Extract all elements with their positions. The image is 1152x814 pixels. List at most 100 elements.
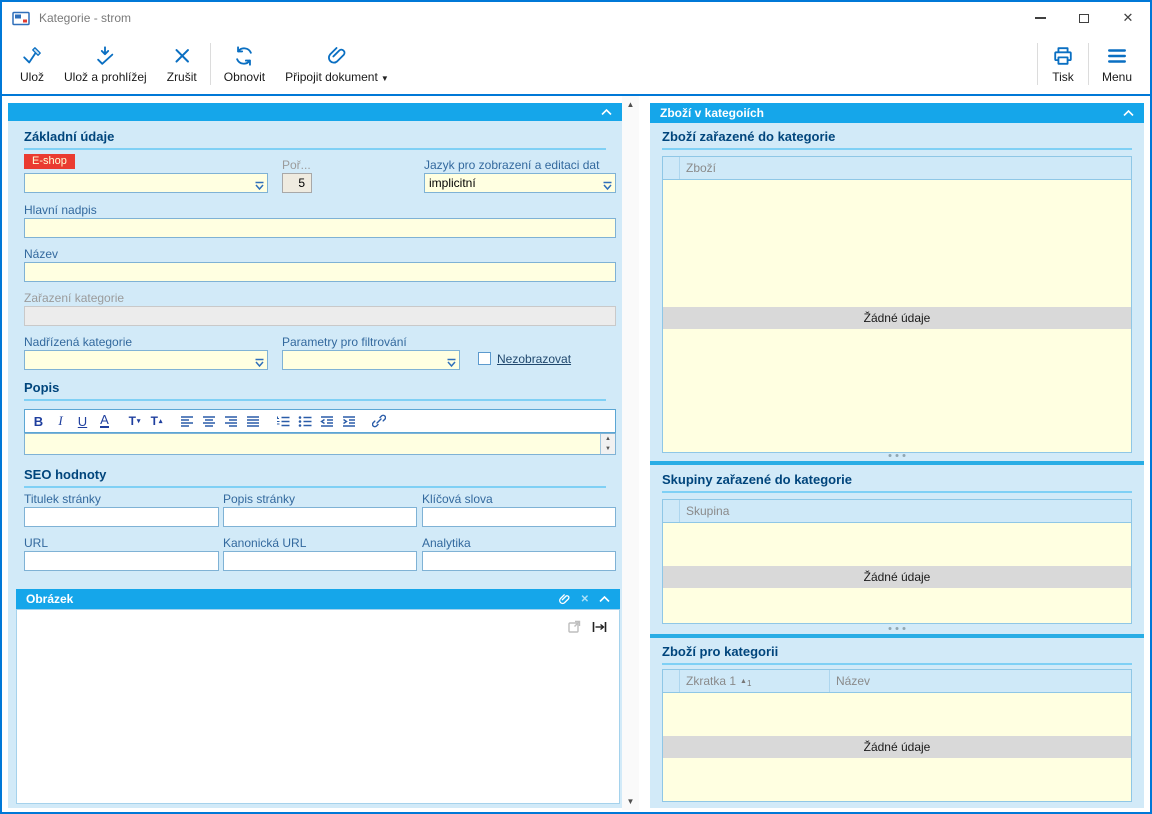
font-size-increase-button[interactable]: T▴ (146, 411, 167, 431)
refresh-icon (232, 45, 256, 67)
order-input[interactable] (282, 173, 312, 193)
scrollbar-down-button[interactable]: ▼ (622, 793, 639, 810)
fit-width-icon[interactable] (592, 620, 607, 638)
refresh-button[interactable]: Obnovit (214, 34, 275, 94)
align-justify-button[interactable] (242, 411, 263, 431)
bullet-list-button[interactable] (294, 411, 315, 431)
font-color-button[interactable]: A (94, 411, 115, 431)
seo-analytics-input[interactable] (422, 551, 616, 571)
cancel-x-icon (170, 45, 194, 67)
save-and-view-label: Ulož a prohlížej (64, 70, 147, 84)
menu-label: Menu (1102, 70, 1132, 84)
collapse-panel-icon[interactable] (601, 109, 612, 115)
groups-in-category-table[interactable]: Skupina Žádné údaje (662, 499, 1132, 624)
ordered-list-button[interactable] (272, 411, 293, 431)
hide-checkbox[interactable] (478, 352, 491, 365)
outdent-icon (320, 415, 334, 428)
hyperlink-button[interactable] (368, 411, 389, 431)
hyperlink-icon (372, 414, 386, 428)
name-input[interactable] (24, 262, 616, 282)
goods-column-header[interactable]: Zboží (680, 157, 716, 179)
eshop-combo[interactable] (24, 173, 268, 193)
row-selector-column (663, 157, 680, 179)
printer-icon (1051, 45, 1075, 67)
cancel-label: Zrušit (167, 70, 197, 84)
seo-url-label: URL (24, 536, 48, 550)
scroll-down-icon[interactable]: ▼ (601, 444, 615, 454)
language-combo[interactable] (424, 173, 616, 193)
parent-category-input[interactable] (24, 350, 268, 370)
save-label: Ulož (20, 70, 44, 84)
indent-button[interactable] (338, 411, 359, 431)
maximize-button[interactable] (1062, 2, 1106, 34)
related-goods-panel-header[interactable]: Zboží v kategoiích (650, 103, 1144, 123)
collapse-image-section-icon[interactable] (599, 596, 610, 602)
clear-image-icon[interactable]: ✕ (581, 594, 589, 605)
titlebar: Kategorie - strom ✕ (2, 2, 1150, 34)
align-right-icon (224, 415, 238, 428)
menu-button[interactable]: Menu (1092, 34, 1142, 94)
italic-button[interactable]: I (50, 411, 71, 431)
seo-canonical-input[interactable] (223, 551, 417, 571)
close-icon: ✕ (1123, 10, 1134, 26)
print-button[interactable]: Tisk (1041, 34, 1085, 94)
language-input[interactable] (424, 173, 616, 193)
group-column-header[interactable]: Skupina (680, 500, 729, 522)
font-size-decrease-button[interactable]: T▾ (124, 411, 145, 431)
seo-description-input[interactable] (223, 507, 417, 527)
seo-keywords-input[interactable] (422, 507, 616, 527)
minimize-button[interactable] (1018, 2, 1062, 34)
horizontal-splitter[interactable] (650, 461, 1144, 465)
description-section-title: Popis (24, 380, 606, 401)
align-left-button[interactable] (176, 411, 197, 431)
maximize-icon (1079, 14, 1089, 23)
app-icon (12, 11, 30, 26)
empty-data-row: Žádné údaje (663, 307, 1131, 329)
save-view-icon (93, 45, 117, 67)
detail-panel-header[interactable] (8, 103, 622, 121)
seo-title-input[interactable] (24, 507, 219, 527)
save-button[interactable]: Ulož (10, 34, 54, 94)
goods-in-category-table[interactable]: Zboží Žádné údaje (662, 156, 1132, 453)
description-textarea[interactable]: ▲ ▼ (24, 433, 616, 455)
hide-checkbox-label[interactable]: Nezobrazovat (497, 352, 571, 366)
related-goods-panel-title: Zboží v kategoiích (660, 106, 764, 120)
goods-for-category-table[interactable]: Zkratka 1 ▲ 1 Název Žádné údaje (662, 669, 1132, 802)
seo-title-label: Titulek stránky (24, 492, 101, 506)
splitter-handle[interactable] (889, 627, 906, 630)
align-right-button[interactable] (220, 411, 241, 431)
sort-ascending-icon: ▲ (740, 678, 747, 685)
scrollbar-up-button[interactable]: ▲ (622, 96, 639, 113)
cancel-button[interactable]: Zrušit (157, 34, 207, 94)
filter-parameters-label: Parametry pro filtrování (282, 335, 407, 349)
align-center-button[interactable] (198, 411, 219, 431)
open-image-icon[interactable] (568, 620, 581, 638)
save-and-view-button[interactable]: Ulož a prohlížej (54, 34, 157, 94)
scroll-up-icon[interactable]: ▲ (601, 434, 615, 444)
underline-button[interactable]: U (72, 411, 93, 431)
vertical-scrollbar[interactable]: ▲ ▼ (622, 96, 639, 810)
parent-category-combo[interactable] (24, 350, 268, 370)
name-column-header[interactable]: Název (830, 670, 1131, 692)
detail-panel-body: Základní údaje E-shop Poř... Jazyk pro z… (8, 121, 622, 808)
attach-document-button[interactable]: Připojit dokument▼ (275, 34, 399, 94)
description-scroll[interactable]: ▲ ▼ (600, 434, 615, 454)
seo-url-input[interactable] (24, 551, 219, 571)
bold-button[interactable]: B (28, 411, 49, 431)
splitter-handle[interactable] (889, 454, 906, 457)
filter-parameters-input[interactable] (282, 350, 460, 370)
image-preview-area[interactable] (16, 609, 620, 804)
align-center-icon (202, 415, 216, 428)
rich-text-toolbar: B I U A T▾ T▴ (24, 409, 616, 433)
image-section-header[interactable]: Obrázek ✕ (16, 589, 620, 609)
outdent-button[interactable] (316, 411, 337, 431)
filter-parameters-combo[interactable] (282, 350, 460, 370)
horizontal-splitter[interactable] (650, 634, 1144, 638)
close-button[interactable]: ✕ (1106, 2, 1150, 34)
main-heading-input[interactable] (24, 218, 616, 238)
toolbar: Ulož Ulož a prohlížej Zrušit Obnovit (2, 34, 1150, 96)
collapse-panel-icon[interactable] (1123, 110, 1134, 116)
eshop-input[interactable] (24, 173, 268, 193)
attach-image-icon[interactable] (558, 593, 571, 606)
shortcut-column-header[interactable]: Zkratka 1 ▲ 1 (680, 670, 830, 692)
